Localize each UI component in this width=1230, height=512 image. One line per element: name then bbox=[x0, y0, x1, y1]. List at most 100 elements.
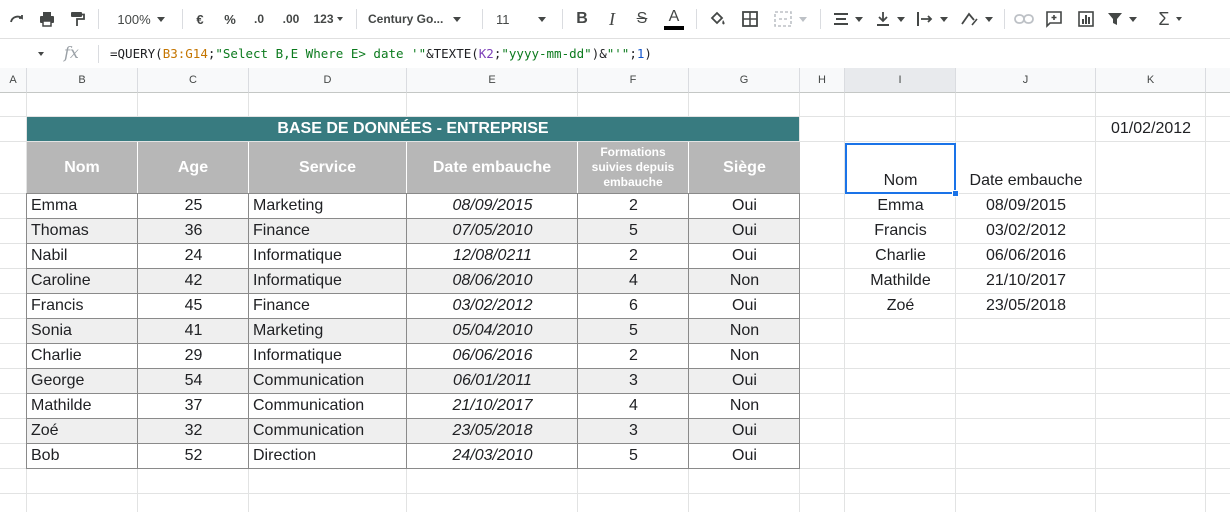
database-title[interactable]: BASE DE DONNÉES - ENTREPRISE bbox=[27, 117, 799, 141]
cell-formations[interactable]: 2 bbox=[578, 344, 689, 368]
cell-date-embauche[interactable]: 06/06/2016 bbox=[407, 344, 578, 368]
borders-icon[interactable] bbox=[738, 0, 762, 38]
result-cell-nom[interactable]: Mathilde bbox=[845, 269, 956, 293]
cell-nom[interactable]: Sonia bbox=[27, 319, 138, 343]
cell-nom[interactable]: Bob bbox=[27, 444, 138, 468]
text-rotation-icon[interactable] bbox=[956, 0, 996, 38]
cell-siege[interactable]: Oui bbox=[689, 444, 800, 468]
result-cell-date[interactable]: 23/05/2018 bbox=[956, 294, 1096, 318]
paint-format-icon[interactable] bbox=[64, 0, 90, 38]
result-cell-date[interactable]: 06/06/2016 bbox=[956, 244, 1096, 268]
cell-formations[interactable]: 5 bbox=[578, 319, 689, 343]
cell-date-embauche[interactable]: 12/08/0211 bbox=[407, 244, 578, 268]
fill-color-icon[interactable] bbox=[706, 0, 730, 38]
cell-formations[interactable]: 5 bbox=[578, 219, 689, 243]
cell-nom[interactable]: George bbox=[27, 369, 138, 393]
cell-nom[interactable]: Francis bbox=[27, 294, 138, 318]
column-header-c[interactable]: C bbox=[138, 68, 249, 93]
cell-siege[interactable]: Non bbox=[689, 394, 800, 418]
functions-button[interactable]: Σ bbox=[1152, 0, 1188, 38]
header-service[interactable]: Service bbox=[249, 142, 407, 193]
column-header-d[interactable]: D bbox=[249, 68, 407, 93]
result-header-date[interactable]: Date embauche bbox=[956, 168, 1096, 193]
column-header-a[interactable]: A bbox=[0, 68, 27, 93]
cell-siege[interactable]: Oui bbox=[689, 194, 800, 218]
header-nom[interactable]: Nom bbox=[27, 142, 138, 193]
insert-comment-icon[interactable] bbox=[1042, 0, 1066, 38]
cell-nom[interactable]: Zoé bbox=[27, 419, 138, 443]
column-header-g[interactable]: G bbox=[689, 68, 800, 93]
result-cell-nom[interactable]: Zoé bbox=[845, 294, 956, 318]
cell-age[interactable]: 37 bbox=[138, 394, 249, 418]
cell-age[interactable]: 42 bbox=[138, 269, 249, 293]
name-box-chevron-icon[interactable] bbox=[38, 52, 44, 56]
cell-date-embauche[interactable]: 08/09/2015 bbox=[407, 194, 578, 218]
cell-formations[interactable]: 3 bbox=[578, 419, 689, 443]
header-date-embauche[interactable]: Date embauche bbox=[407, 142, 578, 193]
cell-nom[interactable]: Charlie bbox=[27, 344, 138, 368]
result-cell-date[interactable]: 03/02/2012 bbox=[956, 219, 1096, 243]
cell-siege[interactable]: Non bbox=[689, 344, 800, 368]
cell-date-embauche[interactable]: 24/03/2010 bbox=[407, 444, 578, 468]
cell-siege[interactable]: Oui bbox=[689, 294, 800, 318]
cell-siege[interactable]: Oui bbox=[689, 244, 800, 268]
cell-service[interactable]: Informatique bbox=[249, 244, 407, 268]
zoom-select[interactable]: 100% bbox=[108, 0, 174, 38]
insert-link-icon[interactable] bbox=[1012, 0, 1036, 38]
cell-service[interactable]: Finance bbox=[249, 294, 407, 318]
italic-button[interactable]: I bbox=[602, 0, 622, 38]
cell-siege[interactable]: Non bbox=[689, 319, 800, 343]
cell-service[interactable]: Communication bbox=[249, 419, 407, 443]
cell-age[interactable]: 32 bbox=[138, 419, 249, 443]
cell-formations[interactable]: 3 bbox=[578, 369, 689, 393]
redo-icon[interactable] bbox=[4, 0, 30, 38]
cell-date-embauche[interactable]: 23/05/2018 bbox=[407, 419, 578, 443]
currency-format-button[interactable]: € bbox=[190, 0, 210, 38]
bold-button[interactable]: B bbox=[572, 0, 592, 38]
cell-siege[interactable]: Oui bbox=[689, 419, 800, 443]
increase-decimals-button[interactable]: .00 bbox=[278, 0, 304, 38]
cell-formations[interactable]: 2 bbox=[578, 194, 689, 218]
cell-formations[interactable]: 2 bbox=[578, 244, 689, 268]
cell-age[interactable]: 45 bbox=[138, 294, 249, 318]
cell-formations[interactable]: 4 bbox=[578, 394, 689, 418]
cell-date-embauche[interactable]: 06/01/2011 bbox=[407, 369, 578, 393]
merge-cells-icon[interactable] bbox=[770, 0, 810, 38]
cell-service[interactable]: Communication bbox=[249, 369, 407, 393]
fill-handle[interactable] bbox=[952, 190, 959, 197]
cell-date-embauche[interactable]: 05/04/2010 bbox=[407, 319, 578, 343]
column-header-j[interactable]: J bbox=[956, 68, 1096, 93]
filter-icon[interactable] bbox=[1104, 0, 1140, 38]
font-size-select[interactable]: 11 bbox=[494, 0, 554, 38]
cell-age[interactable]: 41 bbox=[138, 319, 249, 343]
number-format-select[interactable]: 123 bbox=[310, 0, 346, 38]
cell-nom[interactable]: Mathilde bbox=[27, 394, 138, 418]
cell-siege[interactable]: Oui bbox=[689, 219, 800, 243]
column-header-f[interactable]: F bbox=[578, 68, 689, 93]
cell-formations[interactable]: 6 bbox=[578, 294, 689, 318]
cell-date-embauche[interactable]: 07/05/2010 bbox=[407, 219, 578, 243]
cell-date-embauche[interactable]: 03/02/2012 bbox=[407, 294, 578, 318]
cell-service[interactable]: Marketing bbox=[249, 319, 407, 343]
result-cell-nom[interactable]: Francis bbox=[845, 219, 956, 243]
active-cell-selection[interactable] bbox=[845, 143, 956, 194]
cell-service[interactable]: Marketing bbox=[249, 194, 407, 218]
result-cell-date[interactable]: 08/09/2015 bbox=[956, 194, 1096, 218]
cell-service[interactable]: Finance bbox=[249, 219, 407, 243]
strikethrough-button[interactable]: S bbox=[632, 0, 652, 38]
text-wrapping-icon[interactable] bbox=[914, 0, 950, 38]
cell-siege[interactable]: Non bbox=[689, 269, 800, 293]
cell-service[interactable]: Direction bbox=[249, 444, 407, 468]
cell-service[interactable]: Communication bbox=[249, 394, 407, 418]
cell-nom[interactable]: Nabil bbox=[27, 244, 138, 268]
cell-date-embauche[interactable]: 08/06/2010 bbox=[407, 269, 578, 293]
column-header-e[interactable]: E bbox=[407, 68, 578, 93]
header-age[interactable]: Age bbox=[138, 142, 249, 193]
cell-age[interactable]: 24 bbox=[138, 244, 249, 268]
percent-format-button[interactable]: % bbox=[220, 0, 240, 38]
cell-nom[interactable]: Caroline bbox=[27, 269, 138, 293]
cell-age[interactable]: 36 bbox=[138, 219, 249, 243]
font-family-select[interactable]: Century Go... bbox=[368, 0, 472, 38]
cell-service[interactable]: Informatique bbox=[249, 269, 407, 293]
result-cell-nom[interactable]: Emma bbox=[845, 194, 956, 218]
